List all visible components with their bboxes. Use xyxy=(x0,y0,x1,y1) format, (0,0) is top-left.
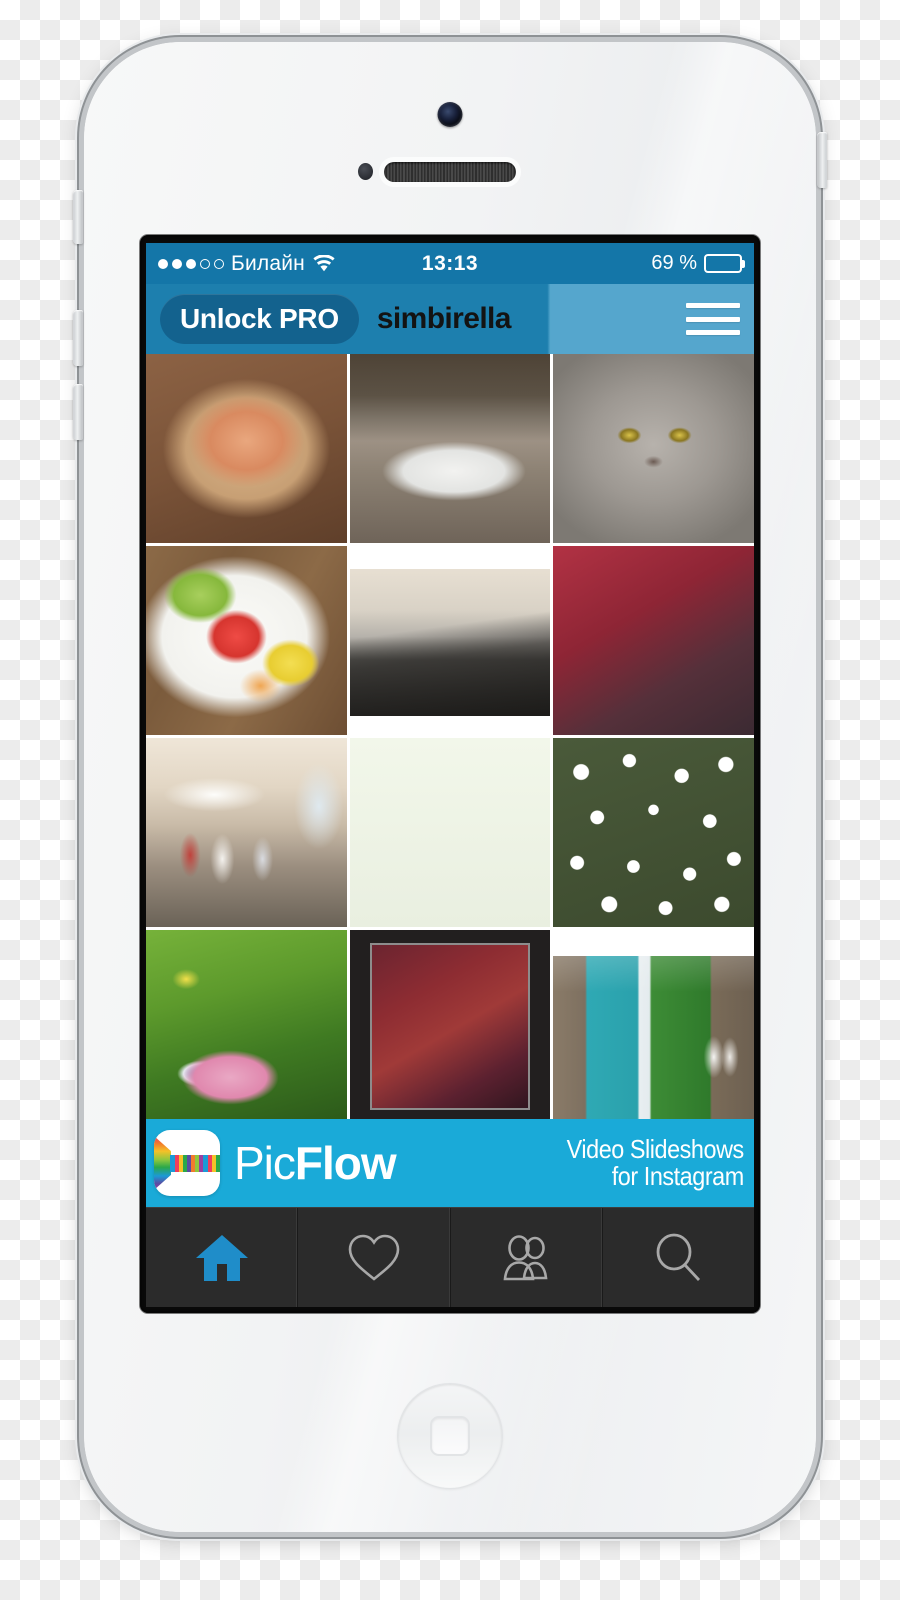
volume-up-button[interactable] xyxy=(73,310,83,366)
proximity-sensor-icon xyxy=(358,163,373,180)
promo-tagline: Video Slideshows for Instagram xyxy=(566,1134,745,1191)
hamburger-menu-icon[interactable] xyxy=(686,299,740,339)
heart-icon xyxy=(345,1231,403,1285)
photo-grid-item[interactable] xyxy=(349,546,551,735)
earpiece-speaker-icon xyxy=(384,162,516,182)
photo-grid-item[interactable] xyxy=(349,738,551,927)
battery-icon xyxy=(704,254,742,273)
photo-grid-item[interactable] xyxy=(553,738,754,927)
home-button[interactable] xyxy=(398,1384,502,1488)
volume-down-button[interactable] xyxy=(73,384,83,440)
tab-bar xyxy=(146,1207,754,1307)
phone-device: Билайн 13:13 69 % Unlock PRO simbirella … xyxy=(73,42,827,1532)
page-title: simbirella xyxy=(376,302,512,335)
tab-home[interactable] xyxy=(146,1208,299,1307)
tab-search[interactable] xyxy=(603,1208,754,1307)
home-icon xyxy=(193,1231,251,1285)
people-icon xyxy=(497,1231,555,1285)
picflow-brand-light: Pic xyxy=(234,1137,296,1189)
tab-likes[interactable] xyxy=(298,1208,451,1307)
search-icon xyxy=(649,1231,707,1285)
power-button[interactable] xyxy=(817,132,827,188)
app-navigation-bar: Unlock PRO simbirella xyxy=(146,284,754,354)
battery-percent-label: 69 % xyxy=(651,252,697,274)
promo-tagline-line2: for Instagram xyxy=(611,1161,744,1191)
photo-grid-item[interactable] xyxy=(553,930,754,1119)
picflow-brand-bold: Flow xyxy=(294,1137,397,1189)
promo-tagline-line1: Video Slideshows xyxy=(566,1134,745,1165)
photo-grid-item[interactable] xyxy=(146,546,347,735)
photo-grid-item[interactable] xyxy=(349,930,551,1119)
photo-grid xyxy=(146,354,754,1119)
photo-grid-item[interactable] xyxy=(553,354,754,543)
photo-grid-item[interactable] xyxy=(146,354,347,543)
photo-grid-item[interactable] xyxy=(146,930,347,1119)
silent-switch[interactable] xyxy=(73,190,83,244)
photo-grid-item[interactable] xyxy=(349,354,551,543)
photo-grid-item[interactable] xyxy=(553,546,754,735)
screen-bezel: Билайн 13:13 69 % Unlock PRO simbirella … xyxy=(140,235,760,1313)
phone-screen: Билайн 13:13 69 % Unlock PRO simbirella … xyxy=(146,243,754,1307)
unlock-pro-button[interactable]: Unlock PRO xyxy=(160,294,359,344)
picflow-promo-banner[interactable]: PicFlow Video Slideshows for Instagram xyxy=(146,1119,754,1207)
picflow-logo-icon xyxy=(154,1130,220,1196)
status-bar: Билайн 13:13 69 % xyxy=(146,243,754,284)
tab-follow[interactable] xyxy=(451,1208,603,1307)
photo-grid-item[interactable] xyxy=(146,738,347,927)
front-camera-icon xyxy=(437,102,463,127)
status-bar-right: 69 % xyxy=(651,252,742,275)
picflow-wordmark: PicFlow xyxy=(234,1136,397,1190)
home-button-square-icon xyxy=(430,1416,470,1456)
